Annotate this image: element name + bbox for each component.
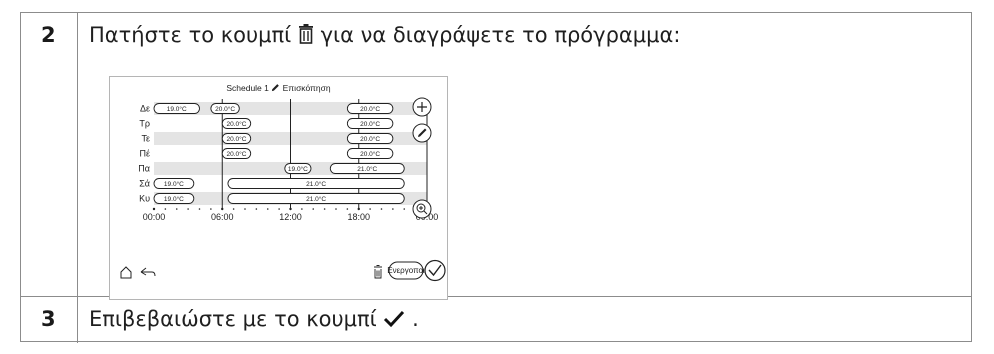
step-text-before: Πατήστε το κουμπί: [89, 23, 292, 47]
block-temperature: 19.0°C: [164, 195, 184, 203]
instruction-table: 2 Πατήστε το κουμπί για να διαγράψετε το…: [20, 12, 972, 343]
time-tick-label: 12:00: [279, 212, 302, 222]
axis-tick: [380, 208, 383, 210]
day-label: Κυ: [139, 194, 150, 204]
axis-tick: [312, 208, 315, 210]
axis-tick: [403, 208, 406, 210]
day-label: Σά: [139, 179, 150, 189]
axis-tick: [164, 208, 167, 210]
block-temperature: 20.0°C: [226, 120, 246, 128]
step-text-before: Επιβεβαιώστε με το κουμπί: [89, 307, 377, 331]
axis-tick: [346, 208, 349, 210]
axis-tick: [289, 207, 292, 211]
block-temperature: 19.0°C: [288, 165, 308, 173]
step-row-2: 2 Πατήστε το κουμπί για να διαγράψετε το…: [21, 13, 971, 300]
axis-tick: [198, 208, 201, 210]
axis-tick: [255, 208, 258, 210]
step-number: 3: [41, 307, 56, 331]
block-temperature: 19.0°C: [167, 105, 187, 113]
trash-icon: [298, 24, 314, 49]
axis-tick: [210, 208, 212, 210]
block-temperature: 20.0°C: [215, 105, 235, 113]
axis-tick: [232, 208, 235, 210]
block-temperature: 20.0°C: [360, 105, 380, 113]
axis-tick: [244, 208, 246, 210]
day-label: Τε: [141, 134, 150, 144]
delete-button[interactable]: [374, 265, 382, 279]
activate-button-label: Ενεργοποι: [387, 266, 425, 275]
axis-tick: [152, 207, 156, 211]
home-icon[interactable]: [120, 266, 132, 279]
step-row-3: 3 Επιβεβαιώστε με το κουμπί .: [21, 297, 971, 343]
axis-tick: [392, 208, 394, 210]
step-text-after: για να διαγράψετε το πρόγραμμα:: [320, 23, 681, 47]
zoom-button[interactable]: [412, 199, 432, 219]
block-temperature: 20.0°C: [226, 150, 246, 158]
time-tick-label: 18:00: [347, 212, 370, 222]
step-number-cell: 3: [21, 297, 78, 343]
block-temperature: 19.0°C: [164, 180, 184, 188]
step-text-after: .: [412, 307, 419, 331]
axis-tick: [357, 207, 360, 211]
axis-tick: [187, 208, 189, 210]
day-label: Πα: [138, 164, 150, 174]
axis-tick: [335, 208, 337, 210]
day-label: Τρ: [139, 119, 150, 129]
step-text: Επιβεβαιώστε με το κουμπί .: [89, 307, 419, 333]
axis-tick: [369, 208, 371, 210]
back-icon[interactable]: [140, 267, 156, 277]
axis-tick: [301, 208, 303, 210]
schedule-chart: Δε Τρ Τε Πέ Πα Σά Κυ 19.0°C 20.0°C 20.0°C 20.0°C 20…: [120, 97, 446, 282]
check-icon: [383, 309, 405, 333]
axis-tick: [175, 208, 178, 210]
axis-tick: [221, 207, 224, 211]
step-text: Πατήστε το κουμπί για να διαγράψετε το π…: [89, 23, 680, 49]
axis-tick: [278, 208, 280, 210]
day-label: Πέ: [139, 149, 150, 159]
block-temperature: 20.0°C: [226, 135, 246, 143]
axis-tick: [323, 208, 326, 210]
block-temperature: 21.0°C: [357, 165, 377, 173]
step-number-cell: 2: [21, 13, 78, 296]
block-temperature: 21.0°C: [306, 180, 326, 188]
step-number: 2: [41, 23, 56, 47]
confirm-button[interactable]: [424, 259, 446, 282]
schedule-screen: Schedule 1 Επισκόπηση Δε Τρ Τε Πέ Πα Σά Κυ 19.0…: [109, 76, 448, 300]
block-temperature: 20.0°C: [360, 135, 380, 143]
time-tick-label: 00:00: [143, 212, 166, 222]
block-temperature: 20.0°C: [360, 150, 380, 158]
block-temperature: 21.0°C: [306, 195, 326, 203]
axis-tick: [266, 208, 269, 210]
block-temperature: 20.0°C: [360, 120, 380, 128]
time-tick-label: 06:00: [211, 212, 234, 222]
day-label: Δε: [140, 104, 150, 114]
